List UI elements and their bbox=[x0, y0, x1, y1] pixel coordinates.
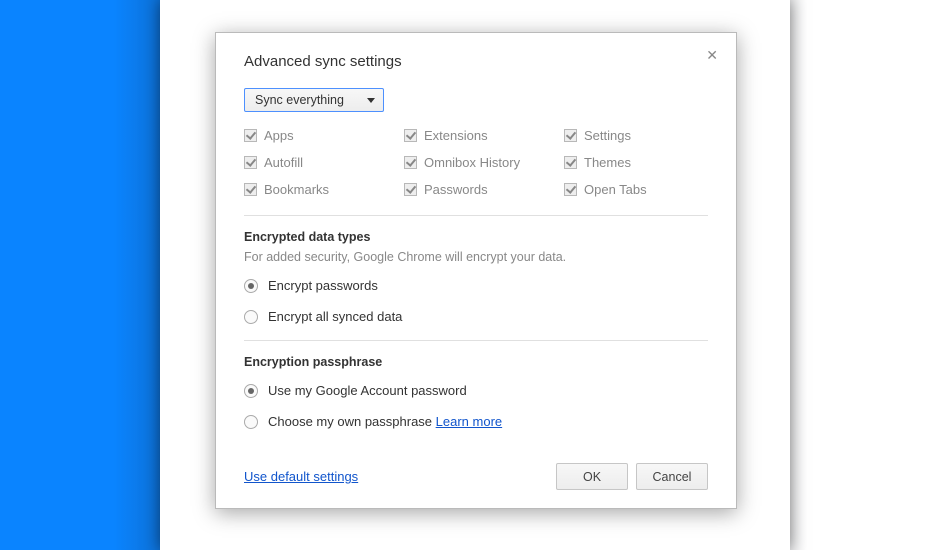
checkbox-themes[interactable]: Themes bbox=[564, 155, 704, 170]
checkbox-icon bbox=[404, 156, 417, 169]
radio-label: Use my Google Account password bbox=[268, 383, 467, 398]
encryption-passphrase-section: Encryption passphrase Use my Google Acco… bbox=[244, 355, 708, 429]
radio-label: Encrypt passwords bbox=[268, 278, 378, 293]
radio-encrypt-all[interactable]: Encrypt all synced data bbox=[244, 309, 708, 324]
checkbox-label: Open Tabs bbox=[584, 182, 647, 197]
encrypted-data-types-section: Encrypted data types For added security,… bbox=[244, 230, 708, 324]
checkbox-icon bbox=[244, 156, 257, 169]
checkbox-settings[interactable]: Settings bbox=[564, 128, 704, 143]
sync-mode-dropdown[interactable]: Sync everything bbox=[244, 88, 384, 112]
checkbox-label: Autofill bbox=[264, 155, 303, 170]
checkbox-icon bbox=[564, 156, 577, 169]
checkbox-label: Passwords bbox=[424, 182, 488, 197]
checkbox-icon bbox=[564, 129, 577, 142]
radio-google-account-password[interactable]: Use my Google Account password bbox=[244, 383, 708, 398]
radio-icon bbox=[244, 415, 258, 429]
checkbox-label: Themes bbox=[584, 155, 631, 170]
section-title: Encrypted data types bbox=[244, 230, 708, 244]
radio-encrypt-passwords[interactable]: Encrypt passwords bbox=[244, 278, 708, 293]
checkbox-omnibox-history[interactable]: Omnibox History bbox=[404, 155, 564, 170]
checkbox-icon bbox=[244, 129, 257, 142]
checkbox-autofill[interactable]: Autofill bbox=[244, 155, 404, 170]
radio-icon bbox=[244, 384, 258, 398]
radio-label: Encrypt all synced data bbox=[268, 309, 402, 324]
chevron-down-icon bbox=[367, 98, 375, 103]
checkbox-label: Extensions bbox=[424, 128, 488, 143]
sync-items-grid: Apps Extensions Settings Autofill Omnibo… bbox=[244, 128, 708, 197]
section-title: Encryption passphrase bbox=[244, 355, 708, 369]
use-default-settings-link[interactable]: Use default settings bbox=[244, 469, 358, 484]
checkbox-label: Apps bbox=[264, 128, 294, 143]
checkbox-label: Omnibox History bbox=[424, 155, 520, 170]
close-icon[interactable]: ✕ bbox=[706, 47, 718, 64]
checkbox-extensions[interactable]: Extensions bbox=[404, 128, 564, 143]
sync-mode-selected: Sync everything bbox=[255, 93, 344, 107]
checkbox-passwords[interactable]: Passwords bbox=[404, 182, 564, 197]
checkbox-apps[interactable]: Apps bbox=[244, 128, 404, 143]
radio-icon bbox=[244, 279, 258, 293]
radio-label: Choose my own passphrase bbox=[268, 414, 432, 429]
divider bbox=[244, 215, 708, 216]
checkbox-icon bbox=[404, 183, 417, 196]
ok-button[interactable]: OK bbox=[556, 463, 628, 490]
checkbox-icon bbox=[564, 183, 577, 196]
dialog-footer: Use default settings OK Cancel bbox=[244, 463, 708, 490]
radio-own-passphrase[interactable]: Choose my own passphrase Learn more bbox=[244, 414, 708, 429]
radio-icon bbox=[244, 310, 258, 324]
checkbox-bookmarks[interactable]: Bookmarks bbox=[244, 182, 404, 197]
cancel-button[interactable]: Cancel bbox=[636, 463, 708, 490]
checkbox-icon bbox=[244, 183, 257, 196]
learn-more-link[interactable]: Learn more bbox=[436, 414, 502, 429]
checkbox-icon bbox=[404, 129, 417, 142]
checkbox-open-tabs[interactable]: Open Tabs bbox=[564, 182, 704, 197]
advanced-sync-settings-dialog: ✕ Advanced sync settings Sync everything… bbox=[215, 32, 737, 509]
checkbox-label: Settings bbox=[584, 128, 631, 143]
divider bbox=[244, 340, 708, 341]
dialog-title: Advanced sync settings bbox=[244, 53, 708, 70]
section-description: For added security, Google Chrome will e… bbox=[244, 250, 708, 264]
checkbox-label: Bookmarks bbox=[264, 182, 329, 197]
